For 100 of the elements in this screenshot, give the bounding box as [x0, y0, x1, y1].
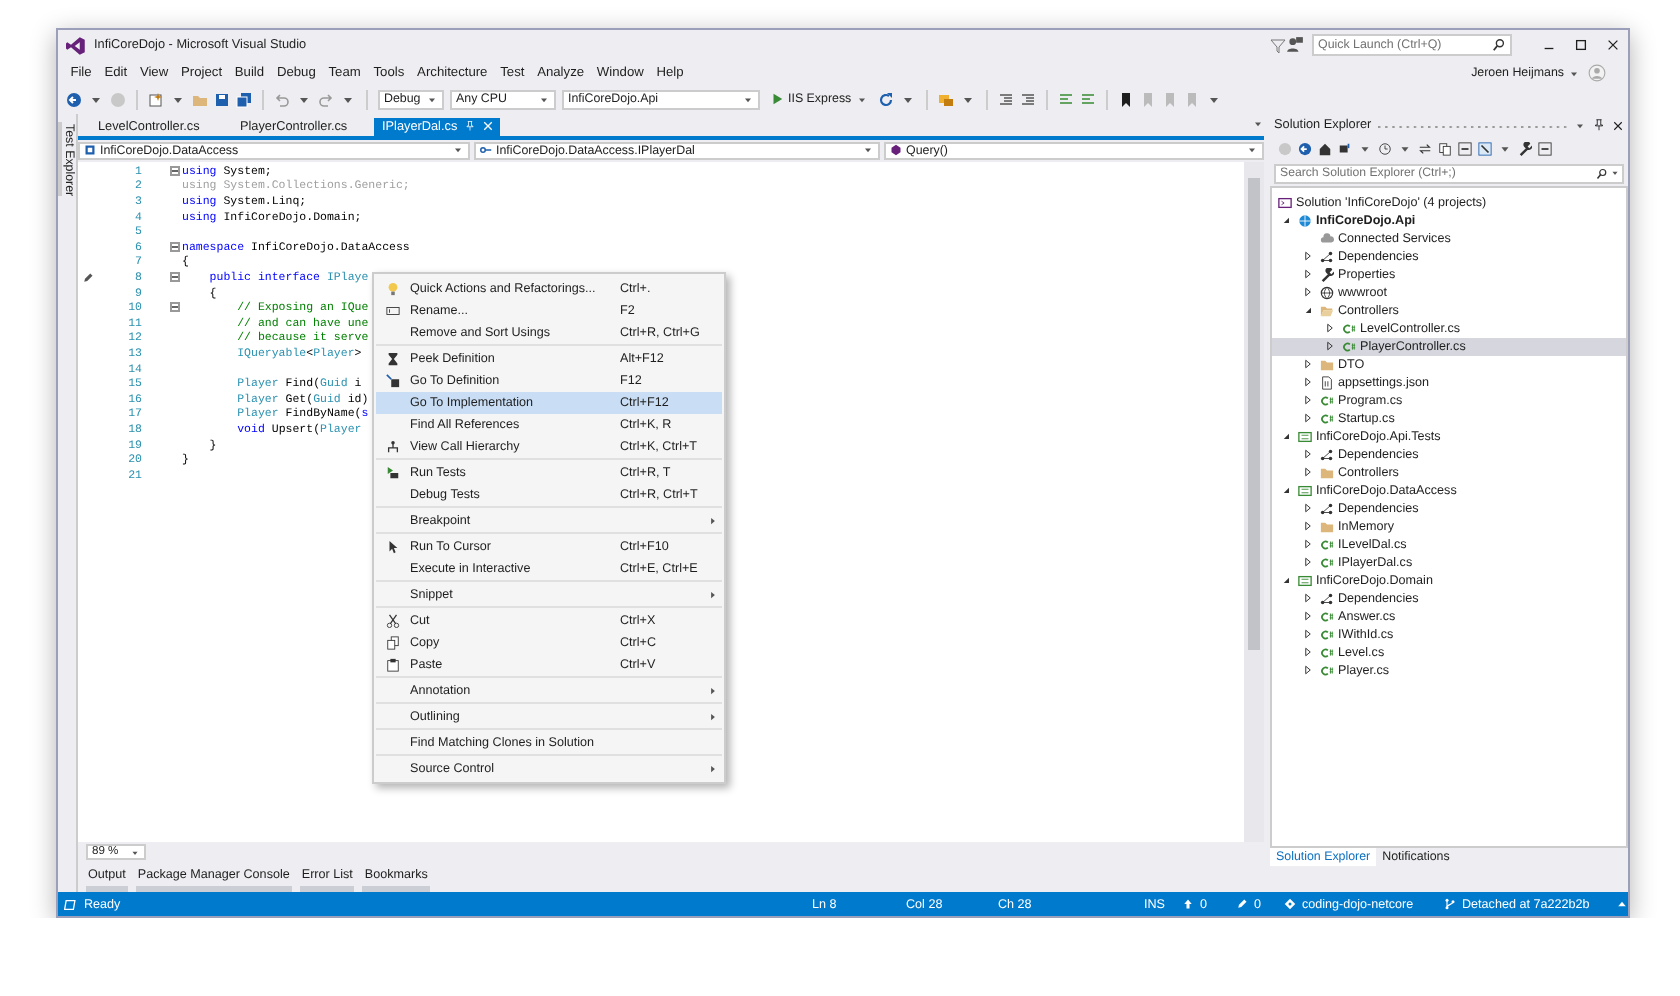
logo-icon: [66, 35, 86, 56]
copy-icon: [386, 635, 400, 649]
up-arrow-icon: [1182, 898, 1194, 911]
feedback-icon: [1286, 36, 1304, 55]
caret-icon: [426, 93, 438, 106]
close-icon: [481, 120, 494, 133]
folder-icon: [192, 91, 208, 108]
comment-icon: [1057, 91, 1074, 108]
forward-icon: [1278, 142, 1292, 157]
dependencies-icon: [1320, 501, 1334, 516]
wrench-icon: [1320, 267, 1334, 282]
method-icon: [890, 144, 902, 157]
caret-up-icon: [1616, 898, 1628, 911]
call-hierarchy-icon: [386, 439, 400, 453]
caret-icon: [1358, 142, 1372, 157]
collapse-toggle[interactable]: [170, 242, 180, 253]
refresh-icon: [877, 91, 894, 108]
csharp-file-icon: [1320, 627, 1334, 642]
folder-icon: [1320, 519, 1334, 534]
search-icon: [1596, 167, 1608, 180]
sync-icon: [1418, 142, 1432, 157]
pin-icon: [463, 120, 476, 133]
switch-view-icon: [1338, 142, 1352, 157]
globe-icon: [1298, 213, 1312, 228]
caret-icon: [1610, 167, 1620, 178]
wrench-icon: [1518, 142, 1532, 157]
repository-icon: [1284, 898, 1296, 911]
scissors-icon: [386, 613, 400, 627]
cursor-icon: [386, 539, 400, 553]
redo-icon: [318, 91, 334, 108]
dependencies-icon: [1320, 249, 1334, 264]
maximize-button[interactable]: [1574, 38, 1588, 53]
comment-icon: [1079, 91, 1096, 108]
submenu-arrow-icon: [707, 763, 717, 773]
caret-icon: [1568, 67, 1580, 80]
solution-icon: [1278, 195, 1292, 210]
close-icon: [1606, 38, 1620, 53]
caret-icon: [1398, 142, 1412, 157]
csharp-file-icon: [1320, 609, 1334, 624]
filter-icon: [1270, 37, 1286, 54]
lightbulb-icon: [386, 281, 400, 295]
collapse-toggle[interactable]: [170, 302, 180, 313]
back-icon: [66, 91, 82, 108]
new-project-icon: [148, 91, 164, 108]
globe-icon: [1320, 285, 1334, 300]
submenu-arrow-icon: [707, 589, 717, 599]
branch-icon: [1444, 898, 1456, 911]
run-tests-icon: [386, 465, 400, 479]
submenu-arrow-icon: [707, 685, 717, 695]
hourglass-icon: [386, 351, 400, 365]
pencil-icon: [1236, 898, 1248, 911]
collapse-all-icon: [1538, 142, 1552, 157]
collapse-toggle[interactable]: [170, 166, 180, 177]
indent-icon: [997, 91, 1014, 108]
csharp-file-icon: [1320, 537, 1334, 552]
csharp-file-icon: [1342, 321, 1356, 336]
clipboard-icon: [386, 657, 400, 671]
folder-icon: [1320, 465, 1334, 480]
show-all-files-icon: [1438, 142, 1452, 157]
forward-icon: [110, 91, 126, 108]
close-icon: [1612, 119, 1624, 132]
caret-icon: [1574, 119, 1586, 132]
collapse-all-icon: [1458, 142, 1472, 157]
indent-icon: [1019, 91, 1036, 108]
back-icon: [1298, 142, 1312, 157]
namespace-icon: [84, 144, 96, 157]
search-icon: [1492, 38, 1506, 53]
csharp-file-icon: [1320, 645, 1334, 660]
sync-active-document-icon: [1478, 142, 1492, 157]
submenu-arrow-icon: [707, 711, 717, 721]
save-icon: [214, 91, 230, 108]
caret-icon: [1246, 144, 1258, 157]
caret-icon: [1498, 142, 1512, 157]
avatar-icon: [1588, 64, 1606, 83]
csharp-file-icon: [1320, 411, 1334, 426]
project-icon: [1298, 483, 1312, 498]
vertical-scrollbar[interactable]: [1244, 161, 1264, 843]
maximize-icon: [1574, 38, 1588, 53]
caret-icon: [862, 144, 874, 157]
json-file-icon: [1320, 375, 1334, 390]
caret-icon: [130, 847, 140, 858]
dependencies-icon: [1320, 447, 1334, 462]
dependencies-icon: [1320, 591, 1334, 606]
rename-icon: [386, 303, 400, 317]
collapse-toggle[interactable]: [170, 272, 180, 283]
interface-icon: [480, 144, 492, 157]
close-button[interactable]: [1606, 38, 1620, 53]
caret-icon: [452, 144, 464, 157]
home-icon: [1318, 142, 1332, 157]
csharp-file-icon: [1320, 555, 1334, 570]
caret-icon: [855, 93, 868, 106]
csharp-file-icon: [1320, 663, 1334, 678]
play-icon: [770, 92, 784, 107]
csharp-file-icon: [1320, 393, 1334, 408]
submenu-arrow-icon: [707, 515, 717, 525]
undo-icon: [274, 91, 290, 108]
go-to-definition-icon: [386, 373, 400, 387]
pin-icon: [1592, 118, 1606, 133]
caret-icon: [1252, 117, 1264, 130]
caret-icon: [742, 93, 754, 106]
